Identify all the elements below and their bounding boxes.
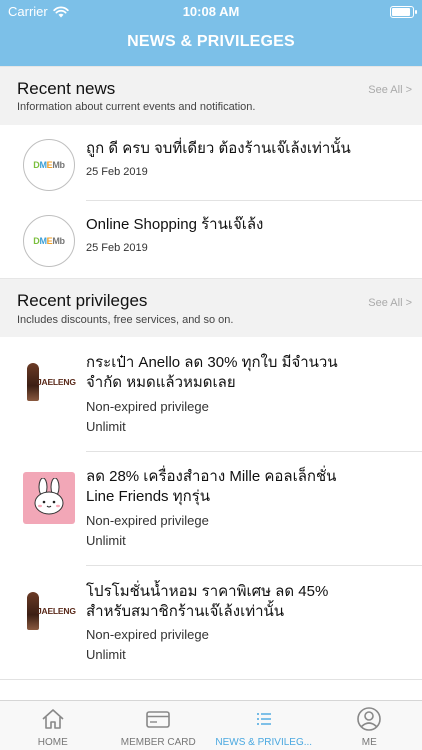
- recent-privileges-header: Recent privileges Includes discounts, fr…: [0, 278, 422, 337]
- privilege-title: โปรโมชั่นน้ำหอม ราคาพิเศษ ลด 45% สำหรับส…: [86, 582, 386, 622]
- recent-privileges-subtitle: Includes discounts, free services, and s…: [17, 314, 234, 326]
- privilege-item[interactable]: JAELENG โปรโมชั่นน้ำหอม ราคาพิเศษ ลด 45%…: [0, 566, 422, 680]
- tab-home[interactable]: HOME: [0, 701, 106, 750]
- news-item[interactable]: DMEMb ถูก ดี ครบ จบที่เดียว ต้องร้านเจ๊เ…: [0, 125, 422, 201]
- privilege-status: Non-expired privilege: [86, 627, 209, 642]
- recent-news-title: Recent news: [17, 79, 116, 98]
- privilege-title-line2: จำกัด หมดแล้วหมดเลย: [86, 374, 236, 391]
- tab-me-label: ME: [361, 737, 377, 748]
- privilege-title-line1: ลด 28% เครื่องสำอาง Mille คอลเล็กชั่น: [86, 468, 337, 485]
- privilege-title-line1: โปรโมชั่นน้ำหอม ราคาพิเศษ ลด 45%: [86, 583, 329, 600]
- tab-bar: HOME MEMBER CARD NEWS & PRIVILEG... ME: [0, 700, 422, 750]
- tab-member-card-label: MEMBER CARD: [120, 737, 196, 748]
- news-title: ถูก ดี ครบ จบที่เดียว ต้องร้านเจ๊เล้งเท่…: [86, 140, 351, 157]
- card-icon: [146, 711, 171, 728]
- privilege-status: Non-expired privilege: [86, 399, 209, 414]
- jaeleng-logo-text: JAELENG: [37, 377, 76, 387]
- privilege-item[interactable]: ลด 28% เครื่องสำอาง Mille คอลเล็กชั่น Li…: [0, 452, 422, 566]
- page-title: NEWS & PRIVILEGES: [127, 33, 295, 50]
- row-divider: [0, 679, 422, 680]
- dmemb-logo: DMEMb: [23, 215, 75, 267]
- privilege-status: Non-expired privilege: [86, 513, 209, 528]
- status-bar: Carrier 10:08 AM: [0, 0, 422, 24]
- tab-news-privileges[interactable]: NEWS & PRIVILEG...: [211, 701, 317, 750]
- news-date: 25 Feb 2019: [86, 166, 148, 178]
- cony-bunny-icon: [34, 478, 64, 515]
- privilege-title-line2: Line Friends ทุกรุ่น: [86, 488, 210, 505]
- privilege-item[interactable]: JAELENG กระเป๋า Anello ลด 30% ทุกใบ มีจำ…: [0, 337, 422, 452]
- privilege-limit: Unlimit: [86, 533, 126, 548]
- privilege-title: กระเป๋า Anello ลด 30% ทุกใบ มีจำนวน จำกั…: [86, 353, 386, 393]
- tab-member-card[interactable]: MEMBER CARD: [106, 701, 212, 750]
- privilege-title-line2: สำหรับสมาชิกร้านเจ๊เล้งเท่านั้น: [86, 603, 285, 620]
- battery-fill: [392, 8, 410, 16]
- person-icon: [357, 707, 382, 731]
- news-item[interactable]: DMEMb Online Shopping ร้านเจ๊เล้ง 25 Feb…: [0, 201, 422, 278]
- news-see-all-link[interactable]: See All >: [368, 84, 412, 96]
- recent-news-subtitle: Information about current events and not…: [17, 101, 256, 113]
- tab-me[interactable]: ME: [317, 701, 422, 750]
- status-time: 10:08 AM: [182, 4, 240, 19]
- list-icon: [256, 713, 271, 725]
- jaeleng-thumbnail: JAELENG: [23, 586, 76, 638]
- privilege-limit: Unlimit: [86, 647, 126, 662]
- recent-privileges-title: Recent privileges: [17, 291, 148, 310]
- privileges-see-all-link[interactable]: See All >: [368, 297, 412, 309]
- recent-news-header: Recent news Information about current ev…: [0, 66, 422, 125]
- jaeleng-logo-text: JAELENG: [37, 606, 76, 616]
- privilege-limit: Unlimit: [86, 419, 126, 434]
- home-icon: [42, 709, 64, 729]
- privilege-title-line1: กระเป๋า Anello ลด 30% ทุกใบ มีจำนวน: [86, 354, 338, 371]
- tab-home-label: HOME: [37, 737, 68, 748]
- jaeleng-thumbnail: JAELENG: [23, 357, 76, 409]
- news-title: Online Shopping ร้านเจ๊เล้ง: [86, 216, 264, 233]
- privilege-title: ลด 28% เครื่องสำอาง Mille คอลเล็กชั่น Li…: [86, 467, 386, 507]
- line-friends-thumbnail: [23, 472, 75, 524]
- app-header: Carrier 10:08 AM NEWS & PRIVILEGES: [0, 0, 422, 66]
- dmemb-logo: DMEMb: [23, 139, 75, 191]
- tab-news-privileges-label: NEWS & PRIVILEG...: [215, 737, 313, 748]
- battery-icon: [390, 6, 417, 18]
- news-date: 25 Feb 2019: [86, 242, 148, 254]
